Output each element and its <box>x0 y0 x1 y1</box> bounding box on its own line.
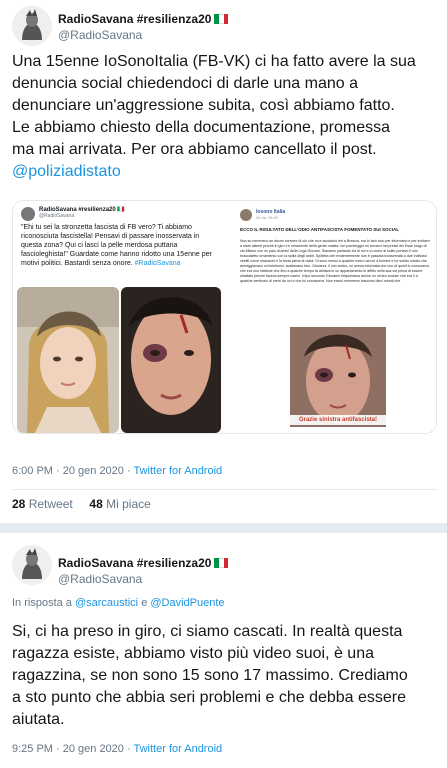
italy-flag-icon <box>214 558 229 568</box>
injured-face-photo <box>121 287 221 433</box>
likes-label: Mi piace <box>106 497 151 511</box>
user-handle[interactable]: @RadioSavana <box>58 572 142 586</box>
fb-post-photo <box>290 327 386 427</box>
tweet-text-line: aiutata. <box>12 711 65 728</box>
likes-count: 48 <box>89 497 103 511</box>
quoted-tweet-image[interactable]: RadioSavana #resilienza20 🇮🇹 @RadioSavan… <box>13 201 225 433</box>
tweet-text-line: Una 15enne IoSonoItalia (FB-VK) ci ha fa… <box>12 53 416 70</box>
avatar[interactable] <box>12 545 52 585</box>
tweet-text-line: Le abbiamo chiesto della documentazione,… <box>12 119 391 136</box>
tweet-stats: 28 Retweet 48 Mi piace <box>12 497 151 511</box>
quoted-handle: @RadioSavana <box>39 213 75 219</box>
display-name[interactable]: RadioSavana #resilienza20 <box>58 556 229 570</box>
fb-avatar <box>240 209 252 221</box>
timestamp-text[interactable]: 9:25 PM · 20 gen 2020 <box>12 743 124 755</box>
likes-stat[interactable]: 48 Mi piace <box>89 497 150 511</box>
tweet-reply: RadioSavana #resilienza20 @RadioSavana I… <box>0 533 447 768</box>
display-name[interactable]: RadioSavana #resilienza20 <box>58 12 229 26</box>
italy-flag-icon <box>214 14 229 24</box>
tweet-text-line: denuncia social chiedendoci di darle una… <box>12 75 359 92</box>
reply-to-line: In risposta a @sarcaustici e @DavidPuent… <box>12 597 225 609</box>
user-handle[interactable]: @RadioSavana <box>58 28 142 42</box>
display-name-text: RadioSavana #resilienza20 <box>58 556 212 570</box>
quoted-hashtag: #RadioSavana <box>134 260 181 267</box>
quoted-text-body: "Ehi tu sei la stronzetta fascista di FB… <box>21 224 212 267</box>
quoted-text: "Ehi tu sei la stronzetta fascista di FB… <box>21 223 217 268</box>
source-link[interactable]: Twitter for Android <box>134 743 223 755</box>
tweet-timestamp[interactable]: 9:25 PM · 20 gen 2020 · Twitter for Andr… <box>12 743 222 755</box>
fb-post-title: ECCO IL RISULTATO DELL'ODIO ANTIFASCISTA… <box>240 227 399 232</box>
tweet-text: Si, ci ha preso in giro, ci siamo cascat… <box>12 621 437 731</box>
mention-link[interactable]: @poliziadistato <box>12 161 437 183</box>
reply-mention-sarcaustici[interactable]: @sarcaustici <box>75 597 138 609</box>
girl-photo <box>17 287 119 433</box>
tweet-text-line: ragazza esiste, abbiamo visto più video … <box>12 645 374 662</box>
quoted-display-name: RadioSavana #resilienza20 🇮🇹 <box>39 207 125 213</box>
fb-post-body: Non so nemmeno se dovrei scrivere di ciò… <box>240 239 430 283</box>
reply-mention-davidpuente[interactable]: @DavidPuente <box>150 597 224 609</box>
tweet-main: RadioSavana #resilienza20 @RadioSavana U… <box>0 0 447 533</box>
tweet-text-line: denunciare un'aggressione subita, così a… <box>12 97 395 114</box>
source-link[interactable]: Twitter for Android <box>134 465 223 477</box>
reply-conjunction: e <box>141 597 148 609</box>
retweets-label: Retweet <box>28 497 73 511</box>
reply-prefix: In risposta a <box>12 597 72 609</box>
tweet-text-line: ma mai arrivata. Per ora abbiamo cancell… <box>12 141 377 158</box>
fb-photo-caption: Grazie sinistra antifascista! <box>290 415 386 425</box>
retweets-stat[interactable]: 28 Retweet <box>12 497 73 511</box>
quoted-avatar <box>21 207 35 221</box>
fb-post-date: 40 dic 19:40 <box>256 215 278 220</box>
tweet-text-line: ragazzina, se non sono 15 sono 17 massim… <box>12 667 408 684</box>
tweet-text-line: a sto punto che abbia seri problemi e ch… <box>12 689 407 706</box>
tweet-timestamp[interactable]: 6:00 PM · 20 gen 2020 · Twitter for Andr… <box>12 465 222 477</box>
tweet-text: Una 15enne IoSonoItalia (FB-VK) ci ha fa… <box>12 51 437 183</box>
display-name-text: RadioSavana #resilienza20 <box>58 12 212 26</box>
timestamp-text[interactable]: 6:00 PM · 20 gen 2020 <box>12 465 124 477</box>
tweet-separator <box>0 523 447 533</box>
avatar[interactable] <box>12 6 52 46</box>
facebook-post-image[interactable]: Iosono Italia 40 dic 19:40 ECCO IL RISUL… <box>226 201 436 433</box>
divider <box>12 489 437 490</box>
tweet-media[interactable]: RadioSavana #resilienza20 🇮🇹 @RadioSavan… <box>12 200 437 434</box>
retweets-count: 28 <box>12 497 26 511</box>
tweet-text-line: Si, ci ha preso in giro, ci siamo cascat… <box>12 623 403 640</box>
